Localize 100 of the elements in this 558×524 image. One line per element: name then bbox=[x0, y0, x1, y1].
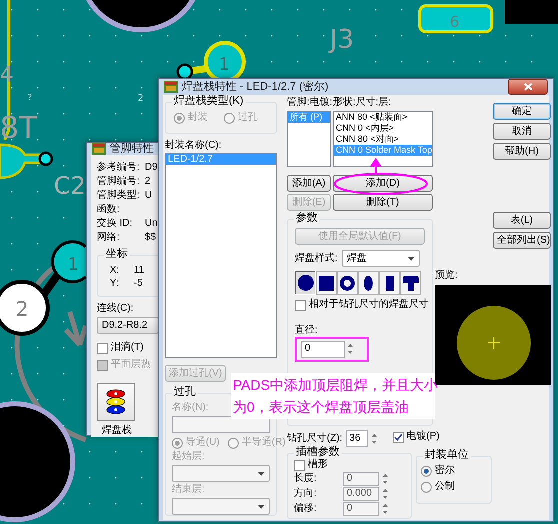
board-edge-drawing bbox=[505, 0, 558, 24]
field-label: 焊盘样式: bbox=[295, 252, 338, 264]
layer-list[interactable]: ANN 80 <贴装面> CNN 0 <内层> CNN 80 <对面> CNN 0 Solder Mask Top bbox=[333, 111, 433, 167]
connection-dropdown[interactable]: D9.2-R8.2 bbox=[97, 317, 159, 334]
field-label: 管脚编号: bbox=[97, 176, 141, 188]
field-label: 名称(N): bbox=[172, 402, 209, 414]
dialog-button[interactable]: 帮助(H) bbox=[493, 143, 551, 160]
dialog-button[interactable]: 确定 bbox=[493, 103, 551, 120]
pcb-label: 6 bbox=[450, 13, 460, 31]
field-label: 直径: bbox=[295, 324, 318, 336]
pad-drawing bbox=[0, 144, 54, 180]
field-label: 网络: bbox=[97, 232, 121, 244]
checkbox[interactable]: 电镀(P) bbox=[392, 431, 440, 444]
pad-shape-button[interactable] bbox=[379, 271, 400, 295]
group-title: 过孔 bbox=[172, 386, 198, 398]
pad-shape-button[interactable] bbox=[316, 271, 337, 295]
window-title: 焊盘栈特性 - LED-1/2.7 (密尔) bbox=[182, 81, 329, 93]
pad-shape-button[interactable] bbox=[295, 271, 316, 295]
dialog-button[interactable]: 取消 bbox=[493, 123, 551, 140]
pcb-label: 2 bbox=[138, 94, 144, 104]
pad-style-dropdown[interactable]: 焊盘 bbox=[342, 250, 420, 267]
field-value: 11 bbox=[134, 264, 144, 276]
checkbox[interactable]: 相对于钻孔尺寸的焊盘尺寸 bbox=[295, 299, 429, 311]
field-label: 封装名称(C): bbox=[165, 140, 223, 152]
spinner-icon[interactable] bbox=[382, 472, 389, 486]
group-title: 焊盘栈类型(K) bbox=[172, 95, 246, 107]
ring-icon bbox=[340, 276, 355, 290]
field-label: 预览: bbox=[435, 270, 458, 282]
field-label: 长度: bbox=[294, 472, 318, 484]
radio-button[interactable]: 密尔 bbox=[421, 465, 455, 477]
field-label: X: bbox=[110, 264, 120, 276]
spinner-icon[interactable] bbox=[382, 486, 389, 500]
pcb-label: 1 bbox=[68, 255, 79, 275]
field-label: Y: bbox=[110, 278, 120, 290]
spinner-icon[interactable] bbox=[370, 432, 378, 446]
spinner-icon[interactable] bbox=[347, 342, 354, 356]
pad-stack-icon bbox=[106, 389, 126, 415]
pcb-label: 2 bbox=[16, 297, 29, 321]
group-title: 封装单位 bbox=[423, 449, 471, 461]
app-icon bbox=[164, 81, 178, 93]
field-label: 结束层: bbox=[172, 484, 205, 496]
list-item[interactable]: ANN 80 <贴装面> bbox=[334, 112, 432, 123]
field-value: Un bbox=[145, 218, 158, 230]
caret-icon bbox=[258, 472, 265, 476]
drill-size-field[interactable]: 36 bbox=[346, 430, 368, 447]
caret-icon bbox=[258, 504, 265, 508]
field-label: 参考编号: bbox=[97, 162, 141, 174]
slot-field[interactable]: 0 bbox=[343, 502, 379, 516]
rectangle-icon bbox=[386, 276, 394, 290]
list-button[interactable]: 全部列出(S) bbox=[493, 232, 551, 249]
checkbox[interactable]: 泪滴(T) bbox=[97, 342, 144, 354]
field-label: 偏移: bbox=[294, 502, 318, 514]
checkmark-icon bbox=[394, 432, 403, 442]
slot-field[interactable]: 0 bbox=[343, 472, 379, 486]
pad-shape-button[interactable] bbox=[358, 271, 379, 295]
square-icon bbox=[319, 276, 334, 290]
annotation-arrow bbox=[370, 158, 382, 174]
close-button[interactable] bbox=[508, 79, 548, 95]
pin-button[interactable]: 添加(A) bbox=[287, 175, 331, 192]
field-value: 2 bbox=[145, 176, 151, 188]
pcb-label: ? bbox=[28, 93, 32, 102]
checkbox[interactable]: 槽形 bbox=[294, 459, 328, 471]
field-value: D9 bbox=[145, 162, 158, 174]
list-item[interactable]: CNN 0 <内层> bbox=[334, 123, 432, 134]
pcb-label: 1 bbox=[219, 55, 230, 75]
field-value: U bbox=[145, 190, 152, 202]
pcb-label: C2 bbox=[54, 172, 86, 200]
field-label: 钻孔尺寸(Z): bbox=[287, 432, 343, 444]
pad-shape-button[interactable] bbox=[337, 271, 358, 295]
list-item[interactable]: CNN 80 <对面> bbox=[334, 134, 432, 145]
field-label: 起始层: bbox=[172, 451, 205, 463]
window-title: 管脚特性 bbox=[110, 143, 154, 155]
group-title: 参数 bbox=[294, 212, 320, 224]
slot-field[interactable]: 0.000 bbox=[343, 486, 379, 500]
close-icon bbox=[524, 83, 532, 91]
radio-button[interactable]: 公制 bbox=[421, 481, 455, 493]
button-caption: 焊盘栈 bbox=[101, 425, 133, 437]
group-title: 插槽参数 bbox=[294, 446, 342, 458]
field-value: -5 bbox=[134, 278, 143, 290]
field-label: 交换 ID: bbox=[97, 218, 134, 230]
spinner-icon[interactable] bbox=[382, 502, 389, 516]
pad-stack-button[interactable] bbox=[97, 383, 135, 421]
field-label: 方向: bbox=[294, 488, 318, 500]
pcb-label: J3 bbox=[330, 25, 354, 55]
tee-icon bbox=[402, 276, 418, 290]
caret-icon bbox=[408, 256, 415, 260]
field-label: 管脚:电镀: bbox=[287, 97, 331, 109]
list-button[interactable]: 表(L) bbox=[493, 212, 551, 229]
circle-icon bbox=[298, 275, 314, 291]
pad-shape-button[interactable] bbox=[400, 271, 421, 295]
field-value: $$ bbox=[145, 232, 156, 244]
group-title: 坐标 bbox=[104, 248, 130, 260]
field-label: 连线(C): bbox=[97, 303, 135, 315]
layer-button[interactable]: 删除(T) bbox=[333, 194, 433, 211]
field-label: 管脚类型: bbox=[97, 190, 141, 202]
app-icon bbox=[92, 143, 106, 155]
field-label: 函数: bbox=[97, 204, 121, 216]
diameter-field[interactable]: 0 bbox=[301, 340, 345, 358]
oval-icon bbox=[364, 276, 373, 290]
field-label: 形状:尺寸:层: bbox=[333, 97, 392, 109]
